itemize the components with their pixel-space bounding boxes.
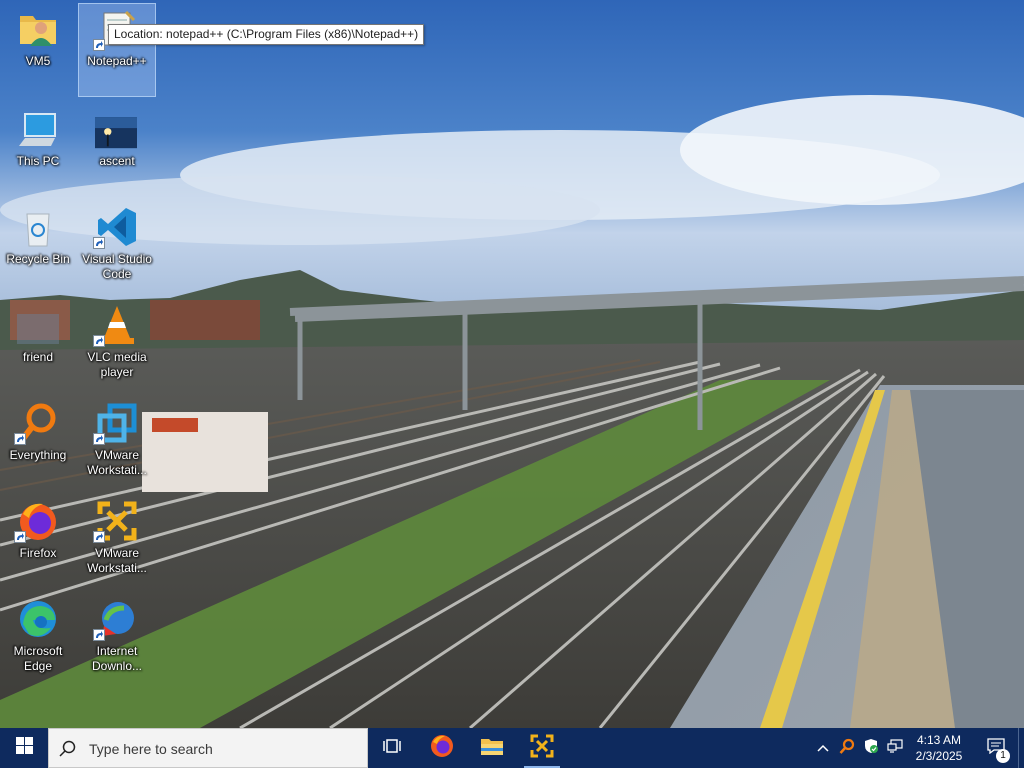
computer-icon [17,108,59,150]
icon-label: This PC [16,154,60,168]
desktop-icon-vmware-workstation[interactable]: VMware Workstati... [79,398,155,490]
clock-time: 4:13 AM [916,733,962,747]
icon-label: VMware Workstati... [87,546,147,575]
desktop-icon-friend[interactable]: friend [0,300,76,392]
security-shield-icon [863,738,879,759]
icon-label: Microsoft Edge [13,644,63,673]
desktop-icon-everything[interactable]: Everything [0,398,76,490]
user-folder-icon [17,8,59,50]
everything-search-icon [839,738,855,759]
icon-label: VMware Workstati... [87,448,147,477]
icon-label: ascent [99,154,135,168]
desktop-icon-microsoft-edge[interactable]: Microsoft Edge [0,594,76,686]
taskbar-file-explorer-button[interactable] [468,728,516,768]
desktop-icon-vmware-workstation-alt[interactable]: VMware Workstati... [79,496,155,588]
task-view-button[interactable] [368,728,416,768]
icon-label: VLC media player [87,350,147,379]
notification-count-badge: 1 [996,749,1010,763]
shortcut-arrow-icon [93,433,105,445]
desktop-icon-recycle-bin[interactable]: Recycle Bin [0,202,76,294]
shortcut-arrow-icon [93,39,105,51]
taskbar-search-box[interactable]: Type here to search [48,728,368,768]
search-icon [59,740,77,763]
image-icon [17,304,59,346]
icon-label: friend [22,350,54,364]
windows-logo-icon [15,737,33,759]
desktop-icon-internet-download-manager[interactable]: Internet Downlo... [79,594,155,686]
taskbar-firefox-button[interactable] [418,728,466,768]
desktop-icon-vm5[interactable]: VM5 [0,4,76,96]
icon-label: Firefox [19,546,57,560]
image-icon [95,108,138,150]
desktop-icon-visual-studio-code[interactable]: Visual Studio Code [79,202,155,294]
shortcut-arrow-icon [93,629,105,641]
show-desktop-button[interactable] [1018,728,1024,768]
edge-icon [17,598,59,640]
desktop-icon-firefox[interactable]: Firefox [0,496,76,588]
shortcut-arrow-icon [93,237,105,249]
icon-label: Internet Downlo... [91,644,143,673]
recycle-bin-icon [17,206,59,248]
desktop-icon-vlc-media-player[interactable]: VLC media player [79,300,155,392]
tray-chevron-button[interactable] [814,728,832,768]
start-button[interactable] [0,728,48,768]
taskbar-vmware-button[interactable] [518,728,566,768]
file-explorer-icon [480,736,504,761]
tray-everything-button[interactable] [836,728,858,768]
icon-label: Notepad++ [87,54,147,68]
taskbar-clock[interactable]: 4:13 AM 2/3/2025 [902,732,976,764]
icon-label: Everything [9,448,67,462]
chevron-up-icon [817,739,829,757]
shortcut-arrow-icon [93,531,105,543]
shortcut-arrow-icon [14,531,26,543]
shortcut-arrow-icon [14,433,26,445]
location-tooltip: Location: notepad++ (C:\Program Files (x… [108,24,425,45]
icon-label: Recycle Bin [6,252,70,266]
firefox-icon [430,734,454,763]
desktop-icon-this-pc[interactable]: This PC [0,104,76,196]
search-placeholder: Type here to search [89,741,213,757]
desktop-icon-notepad-plus-plus[interactable]: Notepad++ [78,3,156,97]
clock-date: 2/3/2025 [915,749,963,763]
icon-label: Visual Studio Code [82,252,152,281]
taskbar: Type here to search 4:13 AM 2/3/2025 1 [0,728,1024,768]
icon-label: VM5 [25,54,51,68]
task-view-icon [382,737,402,760]
desktop-icon-ascent[interactable]: ascent [79,104,155,196]
action-center-button[interactable]: 1 [976,728,1016,768]
vmware-icon [530,734,554,763]
network-icon [887,738,903,759]
tray-security-button[interactable] [860,728,882,768]
shortcut-arrow-icon [93,335,105,347]
